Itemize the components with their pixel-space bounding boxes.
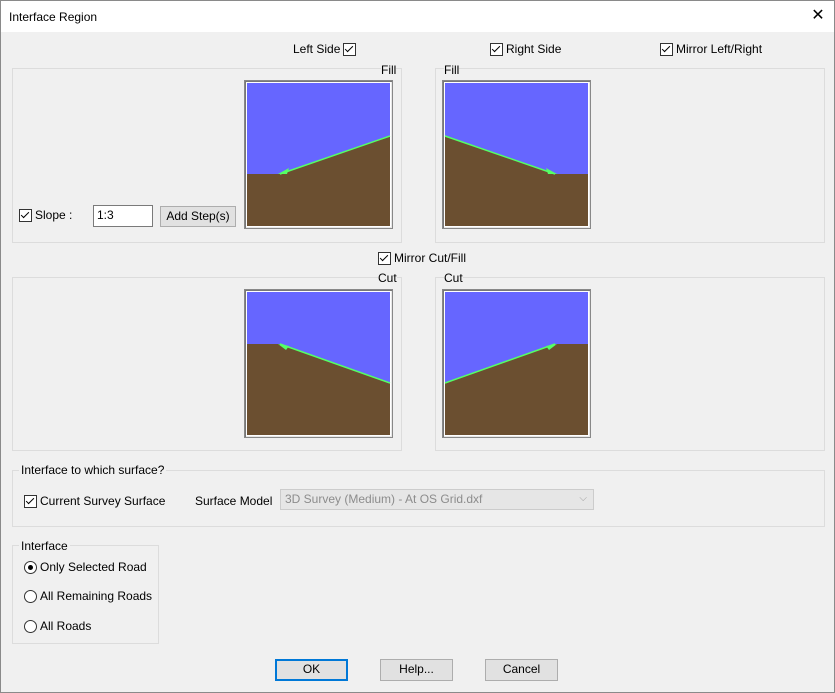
cut-left-preview bbox=[244, 289, 393, 438]
chevron-down-icon: ⌵ bbox=[579, 493, 587, 504]
right-side-label: Right Side bbox=[506, 42, 562, 56]
radio-only-selected-road-label: Only Selected Road bbox=[40, 560, 147, 574]
current-survey-checkbox[interactable]: Current Survey Surface bbox=[24, 494, 165, 508]
right-side-checkbox[interactable]: Right Side bbox=[490, 42, 561, 56]
right-side-box[interactable] bbox=[490, 42, 503, 56]
current-survey-box[interactable] bbox=[24, 494, 37, 508]
mirror-left-right-checkbox[interactable]: Mirror Left/Right bbox=[660, 42, 762, 56]
surface-model-select[interactable]: 3D Survey (Medium) - At OS Grid.dxf ⌵ bbox=[280, 489, 594, 510]
radio-all-remaining-roads-label: All Remaining Roads bbox=[40, 589, 153, 603]
slope-checkbox[interactable]: Slope : bbox=[19, 208, 72, 222]
surface-model-value: 3D Survey (Medium) - At OS Grid.dxf bbox=[285, 492, 483, 506]
fill-right-diagram bbox=[444, 83, 588, 226]
left-side-checkbox[interactable]: Left Side bbox=[293, 42, 357, 56]
cut-right-title: Cut bbox=[444, 271, 463, 285]
cut-right-preview bbox=[442, 289, 591, 438]
cut-left-title: Cut bbox=[378, 271, 397, 285]
slope-label: Slope : bbox=[35, 208, 73, 222]
fill-left-preview bbox=[244, 80, 393, 229]
current-survey-label: Current Survey Surface bbox=[40, 494, 166, 508]
mirror-cut-fill-checkbox[interactable]: Mirror Cut/Fill bbox=[378, 251, 466, 265]
mirror-left-right-box[interactable] bbox=[660, 42, 673, 56]
title-bar: Interface Region ✕ bbox=[1, 1, 834, 32]
radio-only-selected-road[interactable]: Only Selected Road bbox=[24, 560, 147, 574]
fill-left-title: Fill bbox=[381, 63, 397, 77]
radio-all-roads-label: All Roads bbox=[40, 619, 92, 633]
left-side-box[interactable] bbox=[343, 42, 357, 56]
fill-right-preview bbox=[442, 80, 591, 229]
radio-all-remaining-roads-dot[interactable] bbox=[24, 589, 37, 603]
surface-group-title: Interface to which surface? bbox=[19, 463, 167, 477]
interface-group-title: Interface bbox=[19, 539, 70, 553]
radio-all-roads-dot[interactable] bbox=[24, 619, 37, 633]
radio-all-remaining-roads[interactable]: All Remaining Roads bbox=[24, 589, 152, 603]
mirror-left-right-label: Mirror Left/Right bbox=[676, 42, 763, 56]
slope-box[interactable] bbox=[19, 208, 32, 222]
mirror-cut-fill-label: Mirror Cut/Fill bbox=[394, 251, 466, 265]
ok-button[interactable]: OK bbox=[275, 659, 348, 681]
add-steps-button[interactable]: Add Step(s) bbox=[160, 206, 236, 227]
cancel-button[interactable]: Cancel bbox=[485, 659, 558, 681]
radio-all-roads[interactable]: All Roads bbox=[24, 619, 91, 633]
help-button[interactable]: Help... bbox=[380, 659, 453, 681]
surface-model-label: Surface Model bbox=[195, 494, 273, 508]
window-title: Interface Region bbox=[9, 10, 98, 24]
fill-right-title: Fill bbox=[444, 63, 460, 77]
cut-right-diagram bbox=[444, 292, 588, 435]
close-icon[interactable]: ✕ bbox=[806, 5, 830, 27]
fill-left-diagram bbox=[247, 83, 391, 226]
radio-only-selected-road-dot[interactable] bbox=[24, 560, 37, 574]
mirror-cut-fill-box[interactable] bbox=[378, 251, 391, 265]
left-side-label: Left Side bbox=[293, 42, 341, 56]
slope-input[interactable]: 1:3 bbox=[93, 205, 153, 227]
cut-left-diagram bbox=[247, 292, 391, 435]
